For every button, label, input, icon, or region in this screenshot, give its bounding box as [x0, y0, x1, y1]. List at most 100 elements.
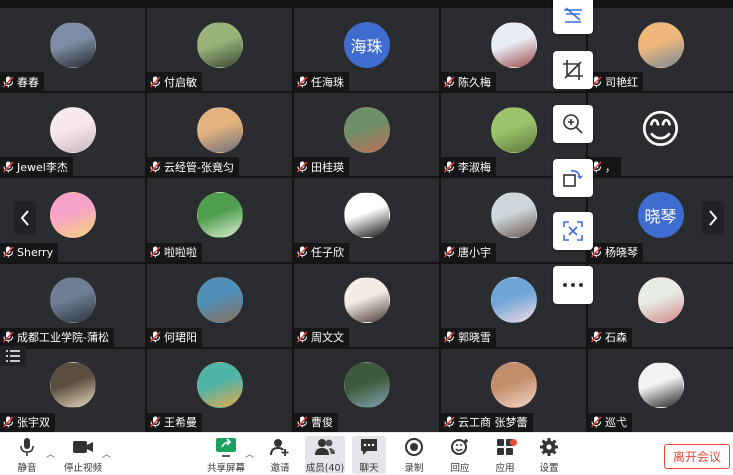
record-button[interactable]: 录制: [400, 436, 428, 474]
participant-tile[interactable]: 😊，: [588, 93, 733, 177]
participant-tile[interactable]: 何珺阳: [147, 263, 292, 347]
participant-tile[interactable]: 石森: [588, 263, 733, 347]
mic-muted-icon: [591, 331, 602, 343]
avatar: [49, 362, 96, 409]
prev-page-button[interactable]: [14, 201, 36, 235]
mic-muted-icon: [3, 331, 14, 343]
settings-button[interactable]: 设置: [535, 436, 563, 474]
gear-icon: [539, 436, 559, 458]
share-options-caret[interactable]: ︿: [245, 447, 254, 460]
participant-tile[interactable]: 付启敏: [147, 8, 292, 92]
mic-muted-icon: [150, 416, 161, 429]
mic-muted-icon: [3, 246, 14, 258]
record-icon: [404, 436, 424, 458]
invite-button[interactable]: 邀请: [265, 436, 295, 474]
mic-muted-icon: [297, 246, 308, 258]
share-screen-icon: [215, 436, 237, 458]
participant-name-label: 石森: [588, 327, 632, 347]
avatar: [490, 106, 537, 153]
avatar: 海珠: [343, 21, 390, 68]
people-icon: [314, 436, 336, 458]
avatar: [490, 362, 537, 409]
text-recognition-icon[interactable]: [553, 212, 593, 250]
participant-name-label: 付启敏: [147, 72, 202, 92]
avatar: [490, 21, 537, 68]
avatar: [49, 106, 96, 153]
participant-tile[interactable]: 巡弋: [588, 348, 733, 432]
participant-name-label: 云工商 张梦蕾: [441, 412, 533, 432]
mic-muted-icon: [297, 331, 308, 343]
microphone-icon: [20, 436, 34, 458]
mute-button[interactable]: 静音: [12, 436, 42, 474]
participant-tile[interactable]: 司艳红: [588, 8, 733, 92]
leave-meeting-button[interactable]: 离开会议: [664, 444, 730, 469]
zoom-icon[interactable]: [553, 105, 593, 143]
participant-tile[interactable]: Jewel李杰: [0, 93, 145, 177]
participant-tile[interactable]: 啦啦啦: [147, 178, 292, 262]
participant-tile[interactable]: 任子欣: [294, 178, 439, 262]
mic-muted-icon: [150, 161, 161, 173]
avatar: [196, 362, 243, 409]
share-screen-button[interactable]: 共享屏幕: [206, 436, 246, 474]
chevron-right-icon: [709, 210, 718, 226]
next-page-button[interactable]: [702, 201, 724, 235]
participant-name-label: 田桂瑛: [294, 157, 349, 177]
participant-name: ，: [605, 160, 616, 174]
mic-muted-icon: [591, 246, 602, 258]
mic-muted-icon: [591, 416, 602, 429]
annotate-icon[interactable]: [553, 0, 593, 34]
members-button[interactable]: 成员(40): [305, 436, 345, 474]
participant-tile[interactable]: 曹俊: [294, 348, 439, 432]
stop-video-button[interactable]: 停止视频: [61, 436, 105, 474]
list-icon: [6, 350, 20, 362]
participant-name-label: 司艳红: [588, 72, 643, 92]
gallery-top-strip: [0, 0, 733, 6]
avatar: [343, 106, 390, 153]
participant-tile[interactable]: 海珠 任海珠: [294, 8, 439, 92]
participant-tile[interactable]: 周文文: [294, 263, 439, 347]
list-view-toggle[interactable]: [0, 346, 26, 366]
avatar: [490, 277, 537, 324]
more-icon[interactable]: [553, 266, 593, 304]
mic-muted-icon: [297, 161, 308, 173]
participant-name-label: 任子欣: [294, 242, 349, 262]
participant-name: 曹俊: [311, 416, 333, 430]
participant-name: 田桂瑛: [311, 160, 344, 174]
participant-tile[interactable]: 王希曼: [147, 348, 292, 432]
rotate-icon[interactable]: [553, 159, 593, 197]
avatar: [637, 277, 684, 324]
participant-name: 司艳红: [605, 75, 638, 89]
participant-tile[interactable]: 春春: [0, 8, 145, 92]
participant-name-label: 春春: [0, 72, 44, 92]
mic-muted-icon: [444, 76, 455, 88]
audio-options-caret[interactable]: ︿: [46, 447, 55, 460]
avatar: [49, 277, 96, 324]
chat-bubble-icon: [359, 436, 379, 458]
participant-tile[interactable]: 成都工业学院-蒲松: [0, 263, 145, 347]
participant-name-label: 云经管-张竟匀: [147, 157, 239, 177]
chat-button[interactable]: 聊天: [352, 436, 386, 474]
participant-tile[interactable]: 云工商 张梦蕾: [441, 348, 586, 432]
participant-name: 陈久梅: [458, 75, 491, 89]
participant-name-label: Sherry: [0, 242, 59, 262]
smiley-icon: 😊: [639, 106, 682, 153]
mic-muted-icon: [150, 246, 161, 258]
avatar: [637, 21, 684, 68]
reaction-button[interactable]: 回应: [446, 436, 474, 474]
participant-name: 何珺阳: [164, 331, 197, 345]
participant-name: 啦啦啦: [164, 246, 197, 260]
participant-tile[interactable]: 田桂瑛: [294, 93, 439, 177]
participant-name-label: 陈久梅: [441, 72, 496, 92]
participant-tile[interactable]: 云经管-张竟匀: [147, 93, 292, 177]
crop-icon[interactable]: [553, 51, 593, 89]
mic-muted-icon: [150, 76, 161, 88]
avatar: [49, 192, 96, 238]
avatar: [196, 192, 243, 238]
mic-muted-icon: [3, 76, 14, 88]
participant-name-label: 周文文: [294, 327, 349, 347]
participant-name-label: 杨晓琴: [588, 242, 643, 262]
avatar: [343, 277, 390, 324]
video-options-caret[interactable]: ︿: [102, 447, 111, 460]
participant-name: 成都工业学院-蒲松: [17, 331, 109, 345]
mic-muted-icon: [3, 416, 14, 429]
